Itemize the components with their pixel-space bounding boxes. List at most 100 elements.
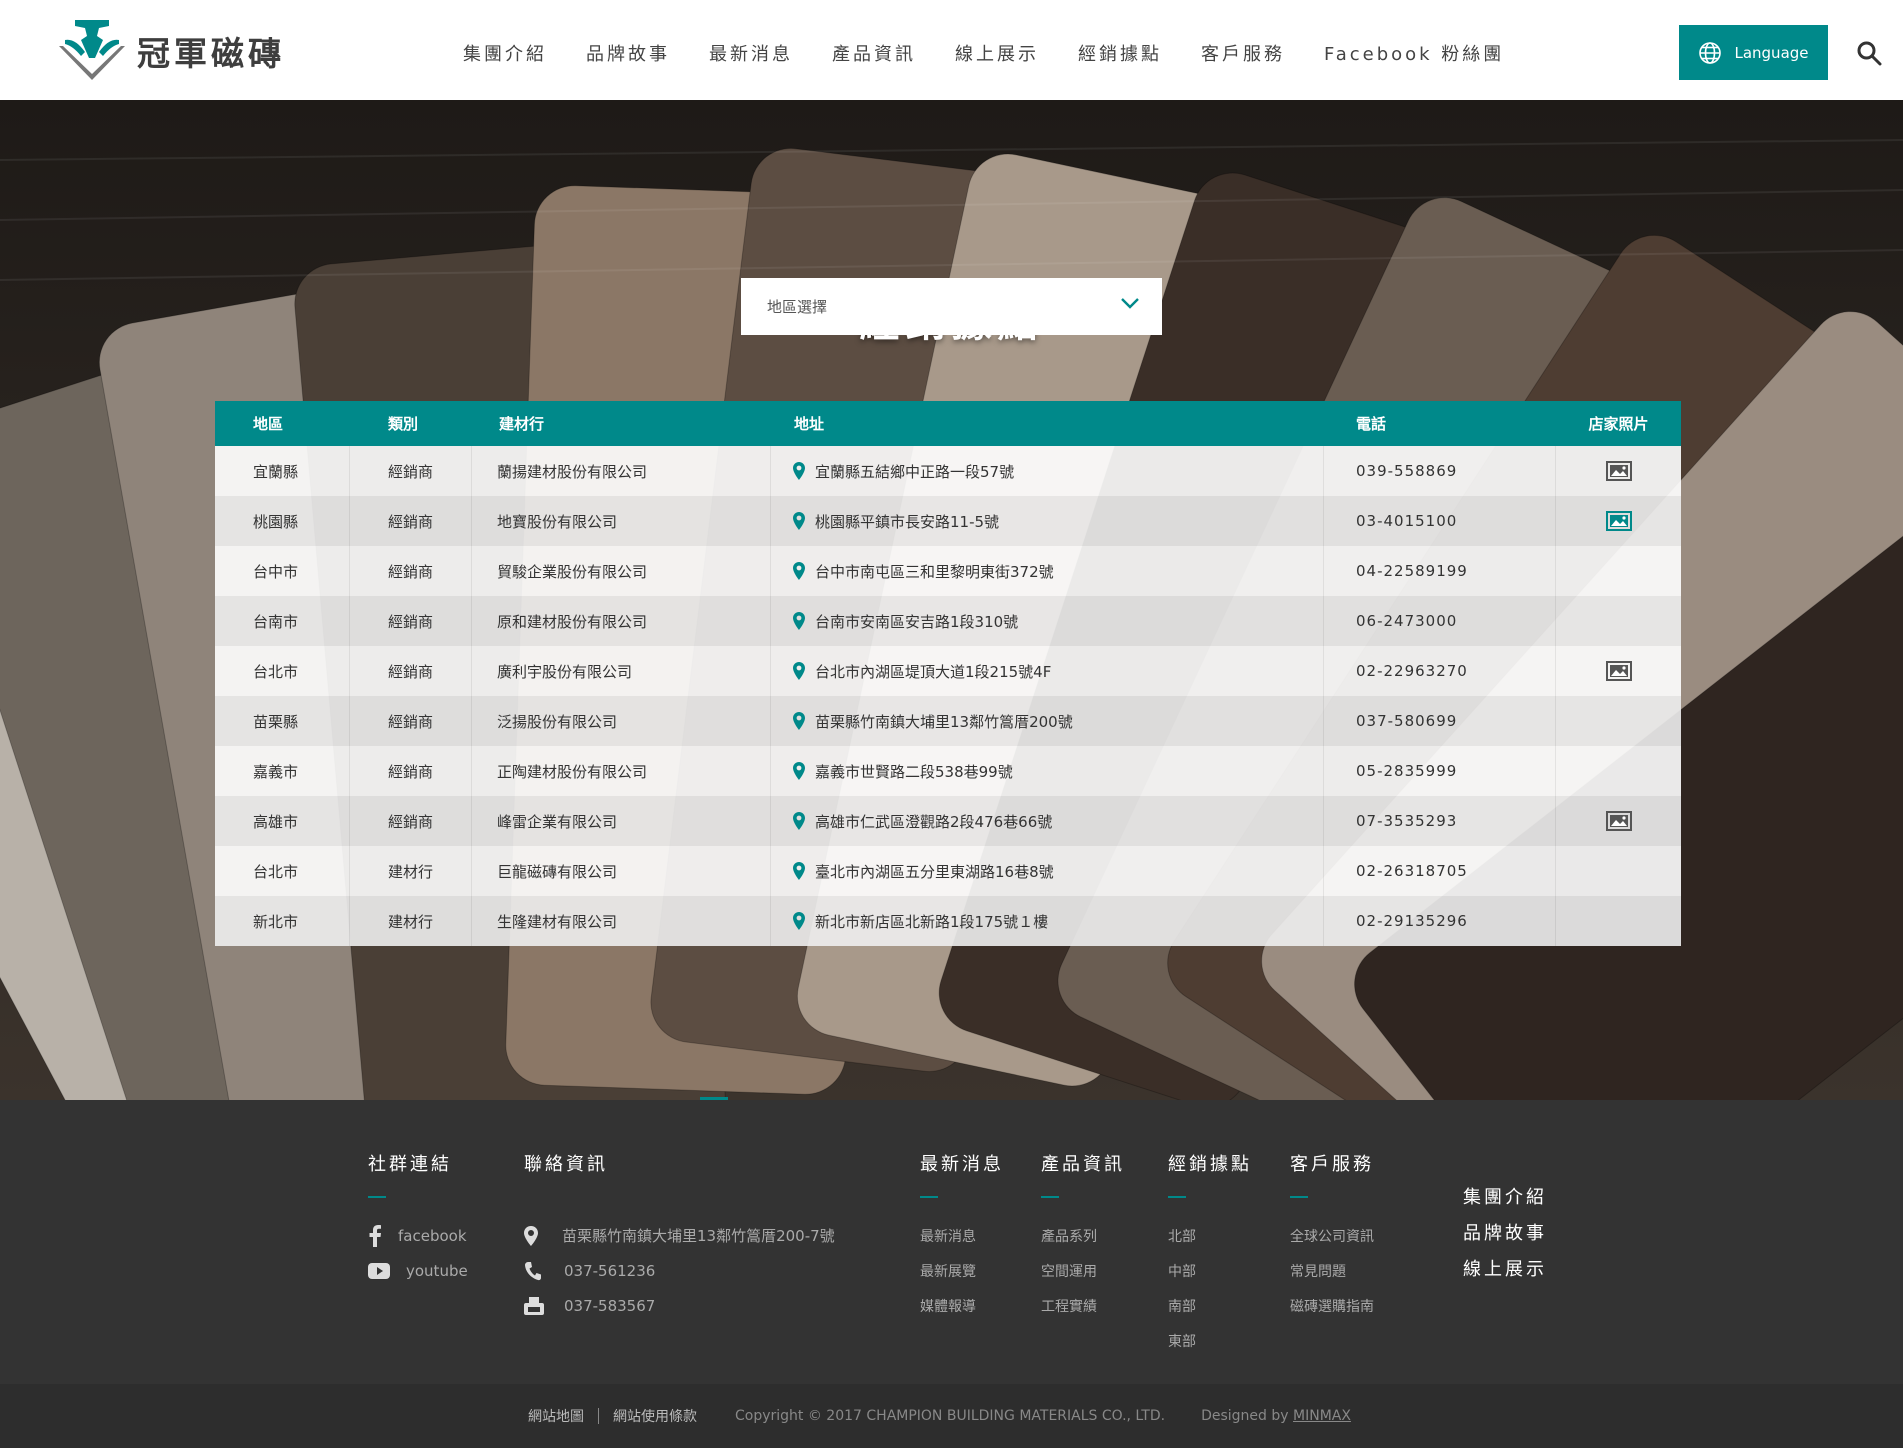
facebook-icon (369, 1224, 381, 1247)
separator (598, 1408, 599, 1424)
nav-item-customer-service[interactable]: 客戶服務 (1201, 40, 1285, 66)
cell-type: 經銷商 (350, 496, 472, 546)
cell-store: 正陶建材股份有限公司 (472, 746, 771, 796)
cell-photo[interactable] (1556, 496, 1681, 546)
cell-phone-text: 04-22589199 (1356, 562, 1468, 580)
photo-icon[interactable] (1605, 811, 1632, 831)
cell-type: 建材行 (350, 896, 472, 946)
cell-store-text: 地寶股份有限公司 (497, 512, 618, 531)
cell-region: 嘉義市 (215, 746, 350, 796)
language-label: Language (1734, 43, 1809, 62)
footer-service-title[interactable]: 客戶服務 (1290, 1150, 1374, 1176)
footer-link[interactable]: 全球公司資訊 (1290, 1218, 1374, 1253)
cell-type-text: 建材行 (388, 862, 434, 881)
footer-divider (1290, 1196, 1308, 1198)
footer-link[interactable]: 東部 (1168, 1323, 1252, 1358)
cell-address[interactable]: 新北市新店區北新路1段175號１樓 (771, 896, 1324, 946)
cell-type: 建材行 (350, 846, 472, 896)
footer-news-title[interactable]: 最新消息 (920, 1150, 1004, 1176)
cell-address[interactable]: 宜蘭縣五結鄉中正路一段57號 (771, 446, 1324, 496)
designer-link[interactable]: MINMAX (1293, 1408, 1351, 1424)
footer-link[interactable]: 最新消息 (920, 1218, 1004, 1253)
cell-store-text: 生隆建材有限公司 (497, 912, 618, 931)
footer: 社群連結 facebook youtube 聯絡資訊 苗栗縣竹南鎮大埔里13鄰竹… (0, 1100, 1903, 1384)
footer-products-title[interactable]: 產品資訊 (1041, 1150, 1125, 1176)
terms-link[interactable]: 網站使用條款 (613, 1406, 697, 1426)
cell-address[interactable]: 高雄市仁武區澄觀路2段476巷66號 (771, 796, 1324, 846)
table-row: 台南市 經銷商 原和建材股份有限公司 台南市安南區安吉路1段310號 06-247300… (215, 596, 1681, 646)
cell-store: 貿駿企業股份有限公司 (472, 546, 771, 596)
footer-link[interactable]: 空間運用 (1041, 1253, 1125, 1288)
nav-item-facebook[interactable]: Facebook 粉絲團 (1324, 40, 1504, 66)
cell-address[interactable]: 桃園縣平鎮市長安路11-5號 (771, 496, 1324, 546)
chevron-down-icon (1121, 298, 1139, 309)
cell-type: 經銷商 (350, 796, 472, 846)
cell-store: 原和建材股份有限公司 (472, 596, 771, 646)
nav-item-products[interactable]: 產品資訊 (832, 40, 916, 66)
photo-icon[interactable] (1605, 661, 1632, 681)
cell-photo[interactable] (1556, 446, 1681, 496)
cell-address[interactable]: 苗栗縣竹南鎮大埔里13鄰竹篙厝200號 (771, 696, 1324, 746)
cell-phone-text: 02-29135296 (1356, 912, 1468, 930)
cell-phone: 07-3535293 (1324, 796, 1556, 846)
map-pin-icon (793, 462, 805, 480)
table-header: 地區 類別 建材行 地址 電話 店家照片 (215, 401, 1681, 446)
footer-link[interactable]: 最新展覽 (920, 1253, 1004, 1288)
footer-social-title: 社群連結 (368, 1154, 452, 1175)
footer-link[interactable]: 媒體報導 (920, 1288, 1004, 1323)
footer-link[interactable]: 南部 (1168, 1288, 1252, 1323)
map-pin-icon (793, 512, 805, 530)
cell-phone-text: 02-22963270 (1356, 662, 1468, 680)
logo[interactable]: 冠軍磁磚 (55, 18, 285, 84)
footer-link[interactable]: 常見問題 (1290, 1253, 1374, 1288)
cell-phone-text: 06-2473000 (1356, 612, 1458, 630)
nav-item-news[interactable]: 最新消息 (709, 40, 793, 66)
footer-link-group[interactable]: 集團介紹 (1463, 1178, 1547, 1214)
footer-link-brand-story[interactable]: 品牌故事 (1463, 1214, 1547, 1250)
cell-type-text: 經銷商 (388, 762, 434, 781)
cell-type-text: 經銷商 (388, 812, 434, 831)
cell-address[interactable]: 臺北市內湖區五分里東湖路16巷8號 (771, 846, 1324, 896)
photo-icon[interactable] (1605, 511, 1632, 531)
logo-text: 冠軍磁磚 (137, 34, 285, 73)
photo-icon[interactable] (1605, 461, 1632, 481)
footer-link-online-showroom[interactable]: 線上展示 (1463, 1250, 1547, 1286)
map-pin-icon (793, 862, 805, 880)
nav-item-online-showroom[interactable]: 線上展示 (955, 40, 1039, 66)
facebook-link[interactable]: facebook (368, 1218, 468, 1253)
cell-phone-text: 037-580699 (1356, 712, 1458, 730)
footer-dealers-title[interactable]: 經銷據點 (1168, 1150, 1252, 1176)
map-pin-icon (793, 562, 805, 580)
footer-link[interactable]: 中部 (1168, 1253, 1252, 1288)
footer-link[interactable]: 北部 (1168, 1218, 1252, 1253)
table-row: 台中市 經銷商 貿駿企業股份有限公司 台中市南屯區三和里黎明東街372號 04-2258… (215, 546, 1681, 596)
language-button[interactable]: Language (1679, 25, 1828, 80)
cell-address[interactable]: 台北市內湖區堤頂大道1段215號4F (771, 646, 1324, 696)
cell-region-text: 高雄市 (253, 812, 299, 831)
search-icon[interactable] (1856, 40, 1882, 66)
cell-store-text: 正陶建材股份有限公司 (497, 762, 648, 781)
cell-type-text: 經銷商 (388, 662, 434, 681)
cell-photo[interactable] (1556, 646, 1681, 696)
sitemap-link[interactable]: 網站地圖 (528, 1406, 584, 1426)
cell-store-text: 貿駿企業股份有限公司 (497, 562, 648, 581)
footer-link[interactable]: 磁磚選購指南 (1290, 1288, 1374, 1323)
cell-store-text: 泛揚股份有限公司 (497, 712, 618, 731)
table-row: 嘉義市 經銷商 正陶建材股份有限公司 嘉義市世賢路二段538巷99號 05-283599… (215, 746, 1681, 796)
footer-link[interactable]: 產品系列 (1041, 1218, 1125, 1253)
cell-address[interactable]: 台中市南屯區三和里黎明東街372號 (771, 546, 1324, 596)
nav-item-dealers[interactable]: 經銷據點 (1078, 40, 1162, 66)
nav-item-brand-story[interactable]: 品牌故事 (586, 40, 670, 66)
cell-type: 經銷商 (350, 746, 472, 796)
youtube-link[interactable]: youtube (368, 1253, 468, 1288)
footer-link[interactable]: 工程實績 (1041, 1288, 1125, 1323)
nav-item-group[interactable]: 集團介紹 (463, 40, 547, 66)
cell-type-text: 經銷商 (388, 512, 434, 531)
cell-address[interactable]: 台南市安南區安吉路1段310號 (771, 596, 1324, 646)
region-select[interactable]: 地區選擇 (741, 278, 1162, 335)
cell-address[interactable]: 嘉義市世賢路二段538巷99號 (771, 746, 1324, 796)
cell-phone: 06-2473000 (1324, 596, 1556, 646)
cell-store: 泛揚股份有限公司 (472, 696, 771, 746)
cell-photo[interactable] (1556, 796, 1681, 846)
bottom-bar: 網站地圖 網站使用條款 Copyright © 2017 CHAMPION BU… (0, 1384, 1903, 1448)
